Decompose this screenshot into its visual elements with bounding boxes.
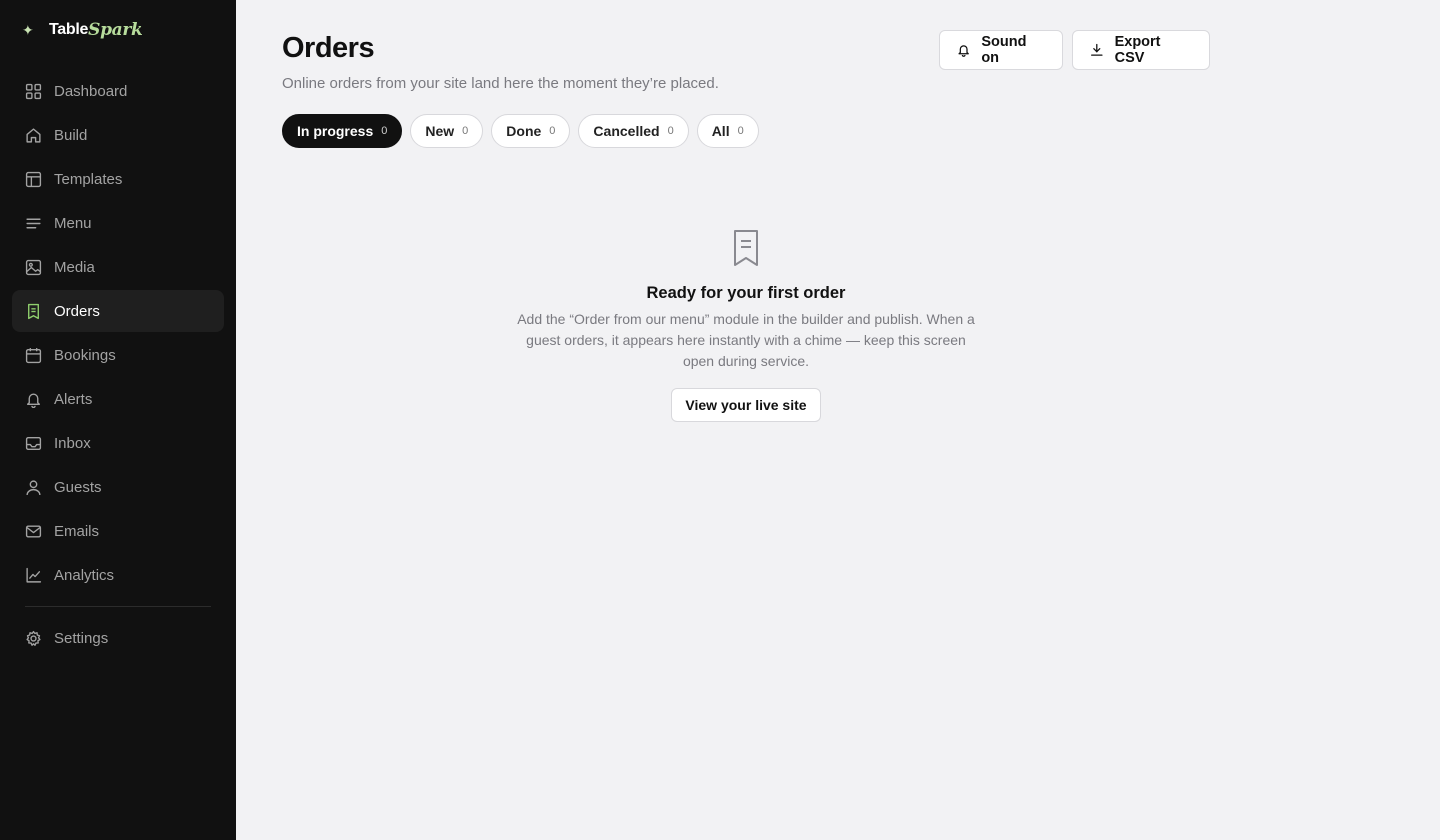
sidebar-item-media[interactable]: Media bbox=[12, 246, 224, 288]
sidebar-item-label: Alerts bbox=[54, 390, 93, 408]
tab-done[interactable]: Done 0 bbox=[491, 114, 571, 148]
export-csv-label: Export CSV bbox=[1114, 34, 1161, 66]
tab-all[interactable]: All 0 bbox=[696, 114, 759, 148]
empty-state-description: Add the “Order from our menu” module in … bbox=[517, 311, 975, 369]
sidebar-item-orders[interactable]: Orders bbox=[12, 290, 224, 332]
sidebar-item-label: Emails bbox=[54, 522, 100, 540]
tab-count: 0 bbox=[381, 125, 388, 137]
download-icon bbox=[1091, 43, 1103, 56]
receipt-icon bbox=[734, 230, 758, 266]
gear-icon bbox=[25, 630, 42, 647]
sidebar-item-label: Media bbox=[54, 258, 95, 276]
chart-icon bbox=[25, 567, 42, 584]
tab-label: Done bbox=[506, 123, 542, 139]
sidebar-item-bookings[interactable]: Bookings bbox=[12, 334, 224, 376]
brand-name-part1: Table bbox=[49, 21, 89, 38]
view-live-site-button[interactable]: View your live site bbox=[671, 388, 821, 422]
sidebar-item-build[interactable]: Build bbox=[12, 114, 224, 156]
page-subtitle: Online orders from your site land here t… bbox=[282, 75, 719, 92]
image-icon bbox=[25, 259, 42, 276]
sidebar-item-label: Templates bbox=[54, 170, 123, 188]
sidebar-item-label: Bookings bbox=[54, 346, 116, 364]
tab-label: All bbox=[711, 123, 730, 139]
bell-icon bbox=[25, 391, 42, 408]
tab-count: 0 bbox=[737, 125, 744, 137]
layout-icon bbox=[25, 171, 42, 188]
sidebar-item-label: Inbox bbox=[54, 434, 91, 452]
sparkle-icon: ✦ bbox=[22, 21, 34, 38]
sidebar-item-label: Orders bbox=[54, 302, 100, 320]
sidebar-item-label: Settings bbox=[54, 629, 109, 647]
inbox-icon bbox=[25, 435, 42, 452]
tab-label: In progress bbox=[297, 123, 374, 139]
sidebar-item-emails[interactable]: Emails bbox=[12, 510, 224, 552]
tab-in-progress[interactable]: In progress 0 bbox=[282, 114, 403, 148]
sidebar-item-templates[interactable]: Templates bbox=[12, 158, 224, 200]
sidebar-item-menu[interactable]: Menu bbox=[12, 202, 224, 244]
sidebar-item-settings[interactable]: Settings bbox=[12, 617, 224, 659]
lines-icon bbox=[25, 215, 42, 232]
brand-name-part2: Spark bbox=[88, 20, 143, 40]
sound-toggle-button[interactable]: Sound on bbox=[939, 30, 1063, 70]
tab-label: New bbox=[425, 123, 455, 139]
tab-count: 0 bbox=[667, 125, 674, 137]
user-icon bbox=[25, 479, 42, 496]
sidebar-item-inbox[interactable]: Inbox bbox=[12, 422, 224, 464]
export-csv-button[interactable]: Export CSV bbox=[1072, 30, 1210, 70]
sidebar-item-label: Guests bbox=[54, 478, 102, 496]
sidebar-item-alerts[interactable]: Alerts bbox=[12, 378, 224, 420]
sidebar-item-label: Menu bbox=[54, 214, 92, 232]
grid-icon bbox=[25, 83, 42, 100]
sidebar-item-label: Build bbox=[54, 126, 88, 144]
header-actions: Sound on Export CSV bbox=[939, 30, 1210, 70]
sound-toggle-label: Sound on bbox=[981, 34, 1027, 66]
empty-state-title: Ready for your first order bbox=[646, 284, 846, 302]
sidebar-nav: Dashboard Build Templates Menu Media Ord… bbox=[12, 70, 224, 598]
sidebar-divider bbox=[25, 606, 211, 607]
tab-cancelled[interactable]: Cancelled 0 bbox=[578, 114, 689, 148]
sidebar: ✦ Table Spark Dashboard Build Templates M… bbox=[0, 0, 236, 840]
tab-label: Cancelled bbox=[593, 123, 660, 139]
tab-count: 0 bbox=[549, 125, 556, 137]
calendar-icon bbox=[25, 347, 42, 364]
page-title: Orders bbox=[282, 32, 375, 64]
sidebar-item-dashboard[interactable]: Dashboard bbox=[12, 70, 224, 112]
receipt-icon bbox=[25, 303, 42, 320]
sidebar-item-guests[interactable]: Guests bbox=[12, 466, 224, 508]
order-status-tabs: In progress 0 New 0 Done 0 Cancelled 0 A… bbox=[282, 114, 759, 148]
brand-logo[interactable]: ✦ Table Spark bbox=[22, 18, 143, 42]
tab-count: 0 bbox=[462, 125, 469, 137]
empty-state: Ready for your first order Add the “Orde… bbox=[466, 228, 1026, 422]
sidebar-item-label: Dashboard bbox=[54, 82, 128, 100]
sidebar-item-label: Analytics bbox=[54, 566, 115, 584]
mail-icon bbox=[25, 523, 42, 540]
sidebar-item-analytics[interactable]: Analytics bbox=[12, 554, 224, 596]
home-icon bbox=[25, 127, 42, 144]
bell-icon bbox=[958, 45, 969, 57]
tab-new[interactable]: New 0 bbox=[410, 114, 484, 148]
